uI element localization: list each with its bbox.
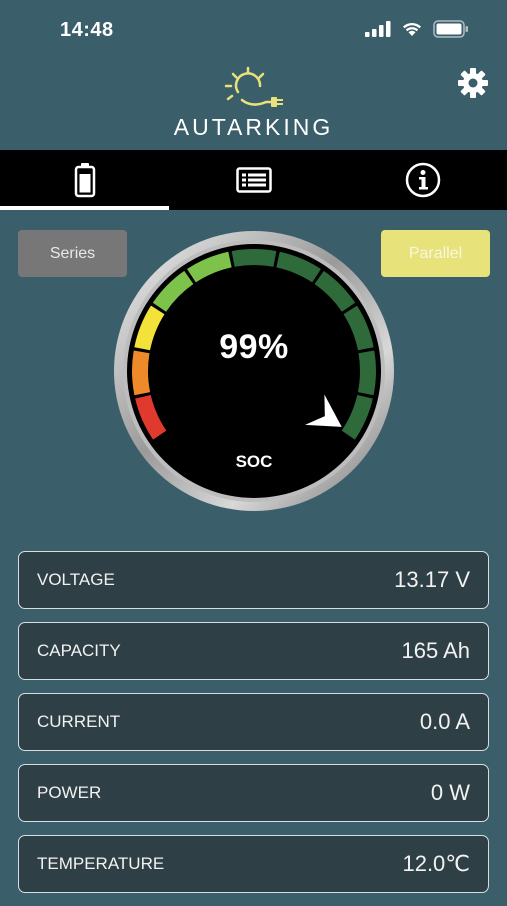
metric-label: VOLTAGE [37,570,115,589]
signal-icon [365,21,391,37]
soc-value: 99% [219,328,289,366]
app-header: AUTARKING [0,60,507,150]
metric-label: TEMPERATURE [37,854,165,873]
parallel-button[interactable]: Parallel [381,230,490,277]
tab-list[interactable] [169,150,338,210]
status-icons [365,20,469,38]
brand-name: AUTARKING [173,114,334,140]
metric-value: 12.0℃ [402,851,470,876]
tab-info[interactable] [338,150,507,210]
tab-battery[interactable] [0,150,169,210]
metric-label: CURRENT [37,712,121,731]
metric-value: 13.17 V [394,567,470,592]
metric-label: CAPACITY [37,641,121,660]
metric-row-capacity: CAPACITY 165 Ah [18,622,489,680]
wifi-icon [403,22,421,36]
tab-bar [0,150,507,210]
gauge-segment [231,249,277,267]
list-icon [235,167,272,193]
metric-value: 0 W [430,780,470,805]
gear-icon [458,68,488,98]
metric-value: 0.0 A [419,709,470,734]
metrics-list: VOLTAGE 13.17 V CAPACITY 165 Ah CURRENT … [18,551,489,906]
soc-label: SOC [235,452,273,471]
metric-row-voltage: VOLTAGE 13.17 V [18,551,489,609]
sun-plug-logo-icon [224,66,283,107]
status-time: 14:48 [60,19,114,41]
battery-status-icon [433,20,468,38]
metric-row-power: POWER 0 W [18,764,489,822]
settings-button[interactable] [457,67,489,99]
metric-row-temperature: TEMPERATURE 12.0℃ [18,835,489,893]
metric-row-current: CURRENT 0.0 A [18,693,489,751]
metric-value: 165 Ah [401,638,470,663]
series-button[interactable]: Series [18,230,127,277]
metric-label: POWER [37,783,102,802]
battery-icon [74,163,95,198]
info-icon [405,162,440,198]
status-bar: 14:48 [0,0,507,60]
